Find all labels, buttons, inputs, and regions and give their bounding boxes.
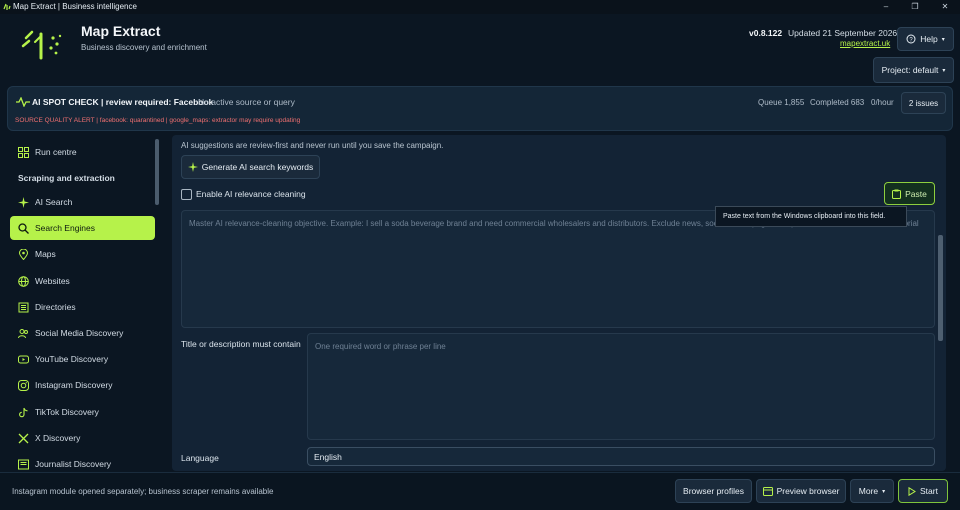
source-quality-alert: SOURCE QUALITY ALERT | facebook: quarant… — [15, 117, 301, 124]
chevron-down-icon: ▾ — [882, 488, 886, 495]
paste-tooltip: Paste text from the Windows clipboard in… — [715, 206, 907, 227]
window-titlebar: Map Extract | Business intelligence – ❐ … — [0, 0, 960, 14]
more-label: More — [858, 486, 879, 496]
paste-label: Paste — [905, 188, 927, 199]
project-selector[interactable]: Project: default ▾ — [873, 57, 954, 83]
spot-check-subtitle: No active source or query — [198, 97, 295, 107]
sidebar-item-label: AI Search — [35, 197, 73, 207]
instagram-icon — [18, 379, 29, 391]
completed-count: Completed 683 — [810, 98, 865, 107]
chevron-down-icon: ▾ — [942, 67, 946, 74]
sidebar-item-journalist-discovery[interactable]: Journalist Discovery — [10, 452, 155, 470]
status-message: Instagram module opened separately; busi… — [12, 487, 274, 496]
sidebar-item-label: X Discovery — [35, 433, 81, 443]
relevance-cleaning-label: Enable AI relevance cleaning — [196, 189, 306, 199]
paste-button[interactable]: Paste — [884, 182, 935, 205]
sidebar-item-label: Social Media Discovery — [35, 328, 124, 338]
help-button[interactable]: ? Help ▾ — [897, 27, 954, 51]
status-footer: Instagram module opened separately; busi… — [0, 472, 960, 510]
play-icon — [18, 355, 29, 363]
close-icon[interactable]: ✕ — [939, 1, 951, 13]
rate-label: 0/hour — [871, 98, 894, 107]
spot-check-title: AI SPOT CHECK | review required: Faceboo… — [32, 97, 214, 107]
directory-icon — [18, 302, 29, 312]
sidebar-item-label: Websites — [35, 276, 70, 286]
start-label: Start — [920, 486, 938, 496]
language-label: Language — [181, 453, 219, 463]
sidebar-item-ai-search[interactable]: AI Search — [10, 190, 155, 214]
search-engines-panel: AI suggestions are review-first and neve… — [172, 135, 946, 471]
sidebar-item-x-discovery[interactable]: X Discovery — [10, 426, 155, 450]
clipboard-icon — [892, 189, 902, 199]
tiktok-icon — [19, 407, 28, 417]
sidebar-item-label: TikTok Discovery — [35, 407, 99, 417]
minimize-icon[interactable]: – — [880, 1, 892, 13]
grid-icon — [18, 146, 29, 158]
sidebar-item-label: Journalist Discovery — [35, 459, 112, 469]
people-icon — [18, 328, 28, 338]
generate-keywords-label: Generate AI search keywords — [201, 162, 314, 172]
logo-icon — [21, 30, 62, 60]
preview-browser-label: Preview browser — [776, 486, 840, 496]
sidebar-section-heading: Scraping and extraction — [18, 173, 115, 183]
relevance-objective-textarea[interactable]: Master AI relevance-cleaning objective. … — [181, 210, 935, 328]
title-filter-label: Title or description must contain — [181, 339, 301, 349]
browser-profiles-button[interactable]: Browser profiles — [675, 479, 752, 503]
help-icon: ? — [906, 34, 916, 44]
app-name: Map Extract — [81, 23, 161, 39]
sidebar-item-social-media-discovery[interactable]: Social Media Discovery — [10, 321, 155, 345]
browser-icon — [762, 486, 773, 496]
app-subtitle: Business discovery and enrichment — [81, 43, 207, 52]
updated-label: Updated 21 September 2026 — [788, 28, 898, 38]
start-button[interactable]: Start — [898, 479, 948, 503]
relevance-cleaning-checkbox[interactable] — [181, 189, 192, 200]
activity-icon — [16, 97, 30, 107]
chevron-down-icon: ▾ — [941, 36, 945, 43]
language-select[interactable]: English — [307, 447, 935, 466]
issues-button[interactable]: 2 issues — [901, 92, 946, 114]
sidebar-item-search-engines[interactable]: Search Engines — [10, 216, 155, 240]
sidebar-item-instagram-discovery[interactable]: Instagram Discovery — [10, 373, 155, 397]
sidebar-item-maps[interactable]: Maps — [10, 242, 155, 266]
help-label: Help — [920, 34, 938, 44]
play-icon — [908, 486, 916, 496]
generate-keywords-button[interactable]: Generate AI search keywords — [181, 155, 320, 179]
queue-count: Queue 1,855 — [758, 98, 805, 107]
news-icon — [18, 459, 29, 469]
search-icon — [18, 222, 29, 234]
site-link[interactable]: mapextract.uk — [840, 39, 890, 48]
sidebar-item-run-centre[interactable]: Run centre — [10, 140, 155, 164]
sidebar-item-label: Run centre — [35, 147, 77, 157]
version-label: v0.8.122 — [749, 28, 783, 38]
sidebar-item-youtube-discovery[interactable]: YouTube Discovery — [10, 347, 155, 371]
x-icon — [18, 433, 29, 443]
sidebar-item-label: Instagram Discovery — [35, 380, 113, 390]
sidebar-item-tiktok-discovery[interactable]: TikTok Discovery — [10, 400, 155, 424]
sidebar-item-label: Search Engines — [35, 223, 96, 233]
sparkle-icon — [18, 196, 29, 208]
ai-review-note: AI suggestions are review-first and neve… — [181, 141, 444, 150]
spot-check-banner: AI SPOT CHECK | review required: Faceboo… — [7, 86, 953, 131]
pin-icon — [18, 248, 29, 260]
window-title: Map Extract | Business intelligence — [13, 2, 137, 11]
sidebar-item-directories[interactable]: Directories — [10, 295, 155, 319]
app-header: Map Extract Business discovery and enric… — [0, 14, 960, 84]
globe-icon — [18, 275, 29, 287]
more-button[interactable]: More ▾ — [850, 479, 894, 503]
sidebar: Run centre Scraping and extraction AI Se… — [8, 136, 163, 470]
sparkle-icon — [187, 162, 198, 172]
sidebar-item-label: Maps — [35, 249, 56, 259]
sidebar-item-label: Directories — [35, 302, 76, 312]
sidebar-scrollbar[interactable] — [155, 139, 159, 205]
project-label: Project: default — [881, 65, 939, 75]
restore-icon[interactable]: ❐ — [909, 1, 921, 13]
sidebar-item-label: YouTube Discovery — [35, 354, 109, 364]
app-icon — [3, 3, 11, 10]
title-filter-textarea[interactable]: One required word or phrase per line — [307, 333, 935, 440]
preview-browser-button[interactable]: Preview browser — [756, 479, 846, 503]
main-scrollbar[interactable] — [938, 235, 943, 341]
sidebar-item-websites[interactable]: Websites — [10, 269, 155, 293]
